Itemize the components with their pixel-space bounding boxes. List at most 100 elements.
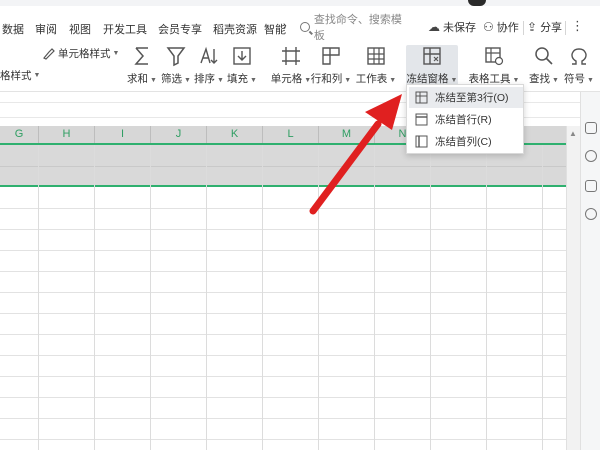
freeze-to-row-3-label: 冻结至第3行(O) [435,92,509,104]
grid-row-line [0,250,566,251]
freeze-first-column-icon [415,135,428,148]
row-col-label: 行和列 [310,73,343,85]
fill-button[interactable]: 填充 ▼ [217,45,267,87]
freeze-to-row-3-option[interactable]: 冻结至第3行(O) [409,87,523,108]
grid-row-line [0,418,566,419]
grid-row-line [0,292,566,293]
menu-developer[interactable]: 开发工具 [103,21,147,37]
search-box[interactable]: 查找命令、搜索模板 [300,14,412,42]
menu-review[interactable]: 审阅 [35,21,57,37]
sigma-icon [134,47,148,65]
grid-row-line [0,334,566,335]
symbol-button[interactable]: 符号 ▼ [560,45,598,87]
table-style-button[interactable]: 格样式 ▼ [0,68,40,83]
search-icon [300,22,310,32]
column-header-i[interactable]: I [94,126,150,143]
column-header-j[interactable]: J [150,126,206,143]
more-options-icon[interactable]: ⋮ [571,19,584,33]
cell-grid[interactable] [0,187,566,450]
divider [565,21,566,35]
freeze-first-row-icon [415,113,428,126]
column-header-m[interactable]: M [318,126,374,143]
scroll-up-icon[interactable]: ▲ [569,129,577,138]
menu-member[interactable]: 会员专享 [158,21,202,37]
cell-style-button[interactable]: 单元格样式 ▼ [42,46,119,61]
worksheet-button[interactable]: 工作表 ▼ [351,45,401,87]
menu-more-button[interactable]: › [283,20,287,32]
grid-col-line [542,145,543,450]
fill-label: 填充 [227,73,249,85]
worksheet-icon [367,47,385,65]
collab-button[interactable]: ⚇ 协作 [483,19,519,35]
side-panel-icon[interactable] [585,180,597,192]
vertical-scrollbar[interactable] [566,126,580,450]
right-side-panel [580,92,600,450]
grid-row-line [0,229,566,230]
grid-row-line [0,397,566,398]
settings-icon[interactable] [585,208,597,220]
grid-col-line [150,145,151,450]
freeze-first-column-option[interactable]: 冻结首列(C) [409,131,523,152]
cell-style-label: 单元格样式 [58,48,111,60]
share-button[interactable]: ⇪ 分享 [527,19,562,35]
grid-row-line [0,208,566,209]
help-icon[interactable] [585,150,597,162]
menu-bar: 数据 审阅 视图 开发工具 会员专享 稻壳资源 智能 › 查找命令、搜索模板 ☁… [0,12,600,42]
share-label: 分享 [540,22,563,34]
symbol-label: 符号 [564,73,586,85]
grid-col-line [38,145,39,450]
grid-row-line [0,313,566,314]
freeze-first-row-option[interactable]: 冻结首行(R) [409,109,523,130]
freeze-panes-dropdown: 冻结至第3行(O) 冻结首行(R) 冻结首列(C) [406,84,524,154]
grid-col-line [318,145,319,450]
freeze-first-row-label: 冻结首行(R) [435,114,492,126]
sort-label: 排序 [194,73,216,85]
grid-row-line [0,376,566,377]
side-panel-icon[interactable] [585,122,597,134]
brush-icon [43,47,55,60]
unsaved-label: 未保存 [443,22,476,34]
divider [523,21,524,35]
fill-down-icon [233,47,251,65]
find-label: 查找 [529,73,551,85]
people-icon: ⚇ [483,20,494,34]
column-header-l[interactable]: L [262,126,318,143]
cell-icon [282,47,300,65]
freeze-panes-icon [423,47,441,65]
unsaved-button[interactable]: ☁ 未保存 [428,19,476,35]
menu-docer[interactable]: 稻壳资源 [213,21,257,37]
grid-col-line [94,145,95,450]
cell-label: 单元格 [270,73,303,85]
menu-view[interactable]: 视图 [69,21,91,37]
worksheet-label: 工作表 [355,73,388,85]
cloud-icon: ☁ [428,20,440,34]
filter-label: 筛选 [161,73,183,85]
table-tools-icon [485,47,504,66]
grid-col-line [206,145,207,450]
grid-row-line [0,166,566,167]
find-button[interactable]: 查找 ▼ [524,45,564,87]
freeze-rows-icon [415,91,428,104]
window-top-edge [0,0,600,6]
magnifier-icon [535,47,553,65]
share-icon: ⇪ [527,20,538,34]
freeze-panes-button[interactable]: 冻结窗格 ▼ [406,45,458,87]
collab-label: 协作 [496,22,519,34]
grid-col-line [430,145,431,450]
column-header-h[interactable]: H [38,126,94,143]
grid-row-line [0,439,566,440]
column-header-k[interactable]: K [206,126,262,143]
omega-icon [571,48,587,65]
table-tools-button[interactable]: 表格工具 ▼ [466,45,522,87]
grid-col-line [262,145,263,450]
search-placeholder: 查找命令、搜索模板 [313,14,402,42]
sum-label: 求和 [127,73,149,85]
menu-data[interactable]: 数据 [2,21,24,37]
grid-row-line [0,271,566,272]
grid-col-line [374,145,375,450]
table-style-label: 格样式 [0,70,32,82]
column-header-g[interactable]: G [0,126,38,143]
freeze-first-column-label: 冻结首列(C) [435,136,492,148]
grid-col-line [486,145,487,450]
row-col-button[interactable]: 行和列 ▼ [306,45,356,87]
